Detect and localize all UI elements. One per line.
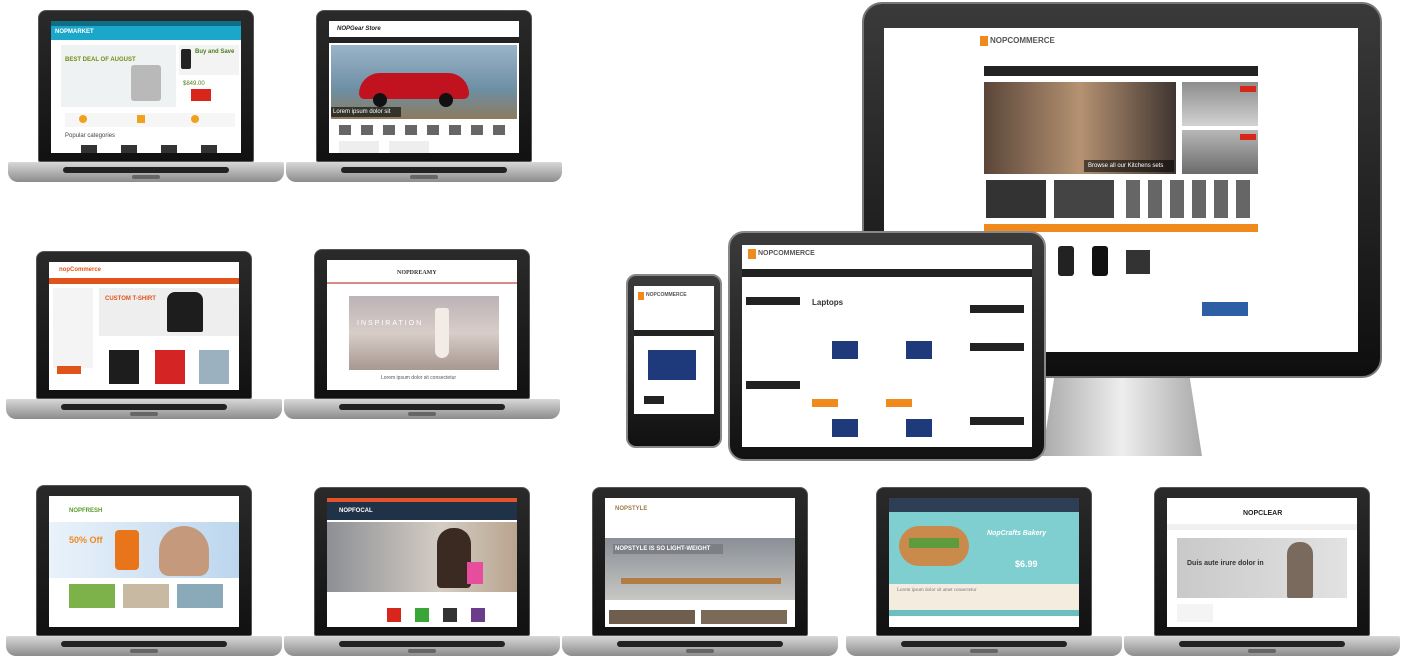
logo: NOPCLEAR [1243, 510, 1283, 517]
laptop-nopdreamy: NOPDREAMY INSPIRATION Lorem ipsum dolor … [284, 249, 560, 419]
screen-nopdreamy: NOPDREAMY INSPIRATION Lorem ipsum dolor … [327, 260, 517, 390]
logo: NOPSTYLE [615, 506, 648, 512]
logo: NOPCOMMERCE [646, 292, 687, 298]
screen-nopgear: NOPGear Store Lorem ipsum dolor sit [329, 21, 519, 153]
logo: NOPGear Store [337, 26, 381, 32]
caption: Lorem ipsum dolor sit consectetur [381, 375, 457, 381]
caption: Lorem ipsum dolor sit amet consectetur [897, 588, 977, 593]
screen-phone: NOPCOMMERCE [634, 286, 714, 414]
screen-nopfocal: NOPFOCAL [327, 498, 517, 627]
laptop-nopfocal: NOPFOCAL [284, 487, 560, 656]
logo: NOPFOCAL [339, 508, 373, 514]
caption: Lorem ipsum dolor sit [333, 109, 391, 115]
logo: nopCommerce [59, 267, 102, 273]
smartphone: NOPCOMMERCE [626, 274, 722, 448]
banner-text: INSPIRATION [357, 320, 424, 327]
logo: NOPMARKET [55, 29, 94, 35]
price-text: $849.00 [183, 81, 205, 87]
logo: NOPCOMMERCE [758, 250, 815, 257]
screen-nopmarket: NOPMARKET BEST DEAL OF AUGUST Buy and Sa… [51, 21, 241, 153]
laptop-nopfresh: NOPFRESH 50% Off [6, 485, 282, 656]
banner-text: Duis aute irure dolor in [1187, 560, 1264, 567]
heading: Laptops [812, 298, 844, 307]
screen-nopcommerce-tshirt: nopCommerce CUSTOM T-SHIRT [49, 262, 239, 390]
laptop-nopcrafts: NopCrafts Bakery $6.99 Lorem ipsum dolor… [846, 487, 1122, 656]
logo: NOPDREAMY [397, 270, 437, 276]
screen-nopstyle: NOPSTYLE NOPSTYLE IS SO LIGHT-WEIGHT [605, 498, 795, 627]
logo: NOPCOMMERCE [990, 36, 1055, 45]
headline: CUSTOM T-SHIRT [105, 296, 156, 302]
banner-text: BEST DEAL OF AUGUST [65, 57, 136, 63]
laptop-nopgear: NOPGear Store Lorem ipsum dolor sit [286, 10, 562, 182]
logo: NOPFRESH [69, 508, 103, 514]
promo-text: Buy and Save [195, 49, 235, 55]
screen-nopfresh: NOPFRESH 50% Off [49, 496, 239, 627]
caption: Browse all our Kitchens sets [1088, 163, 1164, 169]
price: $6.99 [1015, 559, 1038, 569]
screen-nopclear: NOPCLEAR Duis aute irure dolor in [1167, 498, 1357, 627]
banner-text: NOPSTYLE IS SO LIGHT-WEIGHT [615, 546, 711, 552]
screen-tablet: NOPCOMMERCE Laptops [742, 245, 1032, 447]
tablet: NOPCOMMERCE Laptops [728, 231, 1046, 461]
banner-text: NopCrafts Bakery [987, 530, 1047, 537]
laptop-nopcommerce-tshirt: nopCommerce CUSTOM T-SHIRT [6, 251, 282, 419]
section-title: Popular categories [65, 133, 116, 139]
offer: 50% Off [69, 535, 103, 545]
screen-nopcrafts: NopCrafts Bakery $6.99 Lorem ipsum dolor… [889, 498, 1079, 627]
laptop-nopmarket: NOPMARKET BEST DEAL OF AUGUST Buy and Sa… [8, 10, 284, 182]
laptop-nopclear: NOPCLEAR Duis aute irure dolor in [1124, 487, 1400, 656]
laptop-nopstyle: NOPSTYLE NOPSTYLE IS SO LIGHT-WEIGHT [562, 487, 838, 656]
